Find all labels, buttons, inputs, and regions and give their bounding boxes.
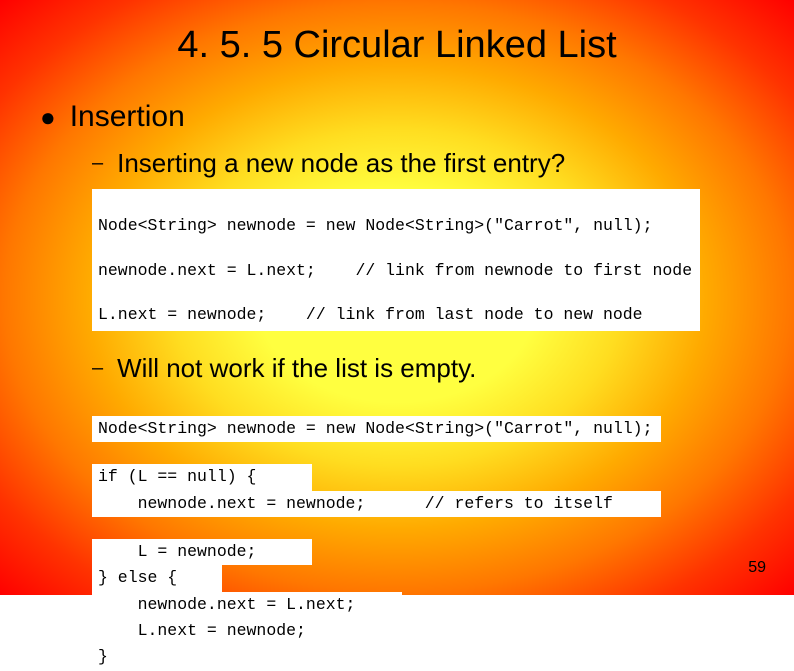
sub-bullet-label: Inserting a new node as the first entry?: [117, 148, 565, 179]
bullet-label: Insertion: [70, 100, 185, 134]
code-block-2: Node<String> newnode = new Node<String>(…: [92, 394, 661, 671]
code-line: if (L == null) {: [92, 464, 312, 490]
code-line: }: [92, 644, 142, 670]
bullet-disc-icon: ●: [40, 104, 56, 130]
slide-title: 4. 5. 5 Circular Linked List: [0, 24, 794, 67]
sub-bullet-label: Will not work if the list is empty.: [117, 353, 476, 384]
slide: 4. 5. 5 Circular Linked List ● Insertion…: [0, 0, 794, 595]
page-number: 59: [748, 559, 766, 577]
code-line: L.next = newnode;: [92, 618, 402, 644]
dash-icon: –: [92, 152, 103, 175]
bullet-item: ● Insertion: [40, 100, 754, 134]
code-line: } else {: [92, 565, 222, 591]
code-line: Node<String> newnode = new Node<String>(…: [98, 215, 692, 237]
code-line: L = newnode;: [92, 539, 312, 565]
slide-content: ● Insertion – Inserting a new node as th…: [40, 100, 754, 671]
code-block-1: Node<String> newnode = new Node<String>(…: [92, 189, 700, 331]
dash-icon: –: [92, 357, 103, 380]
code-line: newnode.next = newnode; // refers to its…: [92, 491, 661, 517]
code-line: L.next = newnode; // link from last node…: [98, 304, 692, 326]
sub-bullet-item: – Inserting a new node as the first entr…: [92, 148, 754, 179]
code-line: Node<String> newnode = new Node<String>(…: [92, 416, 661, 442]
code-line: newnode.next = L.next;: [92, 592, 402, 618]
code-line: newnode.next = L.next; // link from newn…: [98, 260, 692, 282]
sub-bullet-item: – Will not work if the list is empty.: [92, 353, 754, 384]
